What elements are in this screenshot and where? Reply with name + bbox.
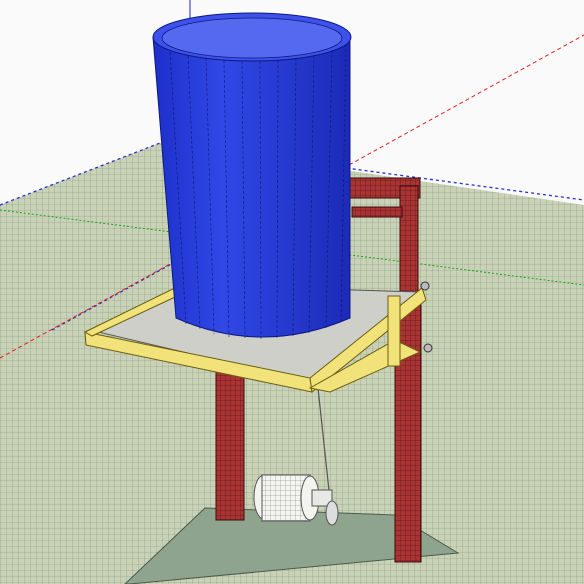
frame-front-post-left bbox=[215, 371, 245, 521]
frame-rear-post bbox=[399, 185, 419, 307]
pivot-bolt-bottom bbox=[423, 343, 433, 353]
model-viewport[interactable] bbox=[0, 0, 584, 584]
scene-canvas[interactable] bbox=[0, 0, 584, 584]
water-tank bbox=[152, 12, 352, 340]
tank-opening bbox=[161, 17, 343, 59]
drum-axle-end bbox=[325, 500, 339, 526]
platform-brace-vertical bbox=[387, 295, 401, 367]
frame-inner-bar bbox=[351, 206, 403, 218]
pivot-bolt-top bbox=[420, 281, 430, 291]
tank-body bbox=[152, 36, 351, 338]
